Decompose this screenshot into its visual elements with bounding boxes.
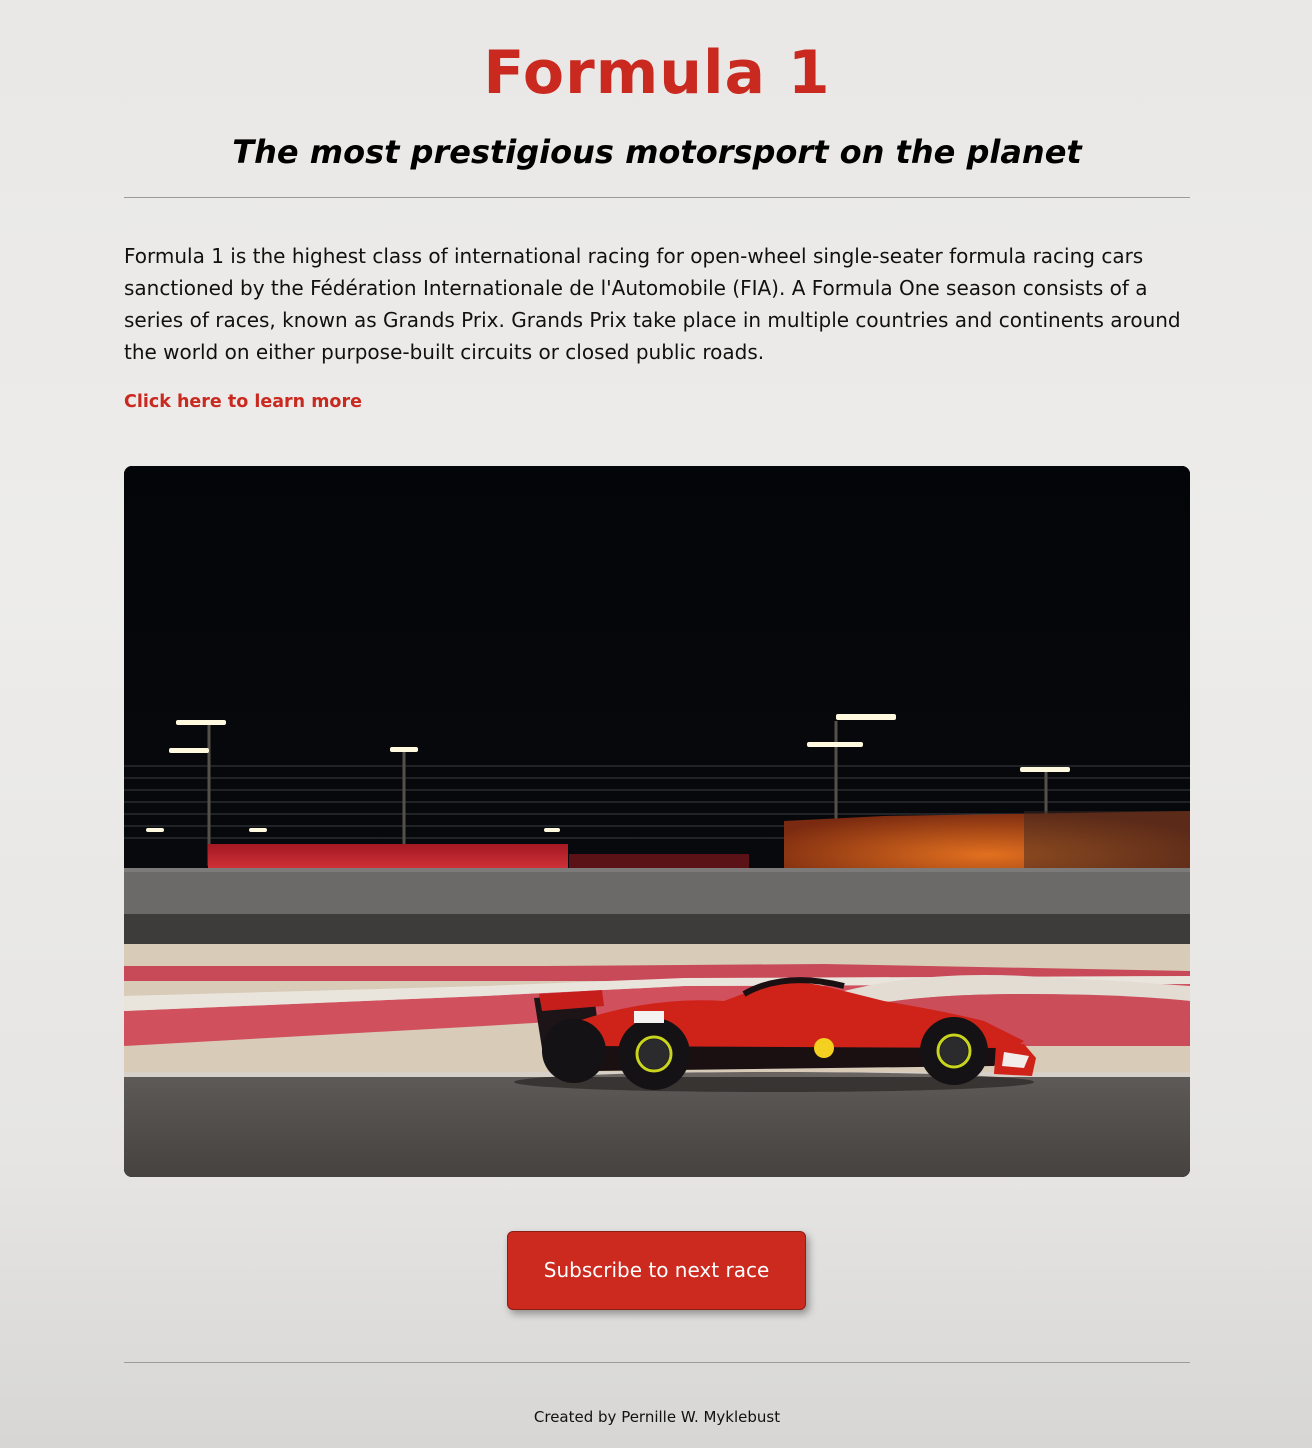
- subscribe-button[interactable]: Subscribe to next race: [507, 1231, 806, 1310]
- footer-divider: [124, 1362, 1190, 1363]
- learn-more-link[interactable]: Click here to learn more: [124, 390, 362, 414]
- header-divider: [124, 197, 1190, 198]
- ferrari-car-photo: [124, 466, 1190, 1177]
- page-subtitle: The most prestigious motorsport on the p…: [232, 133, 1082, 171]
- page-title: Formula 1: [483, 38, 831, 108]
- hero-image: [124, 466, 1190, 1177]
- intro-paragraph: Formula 1 is the highest class of intern…: [124, 244, 1181, 364]
- footer-credit: Created by Pernille W. Myklebust: [533, 1408, 781, 1426]
